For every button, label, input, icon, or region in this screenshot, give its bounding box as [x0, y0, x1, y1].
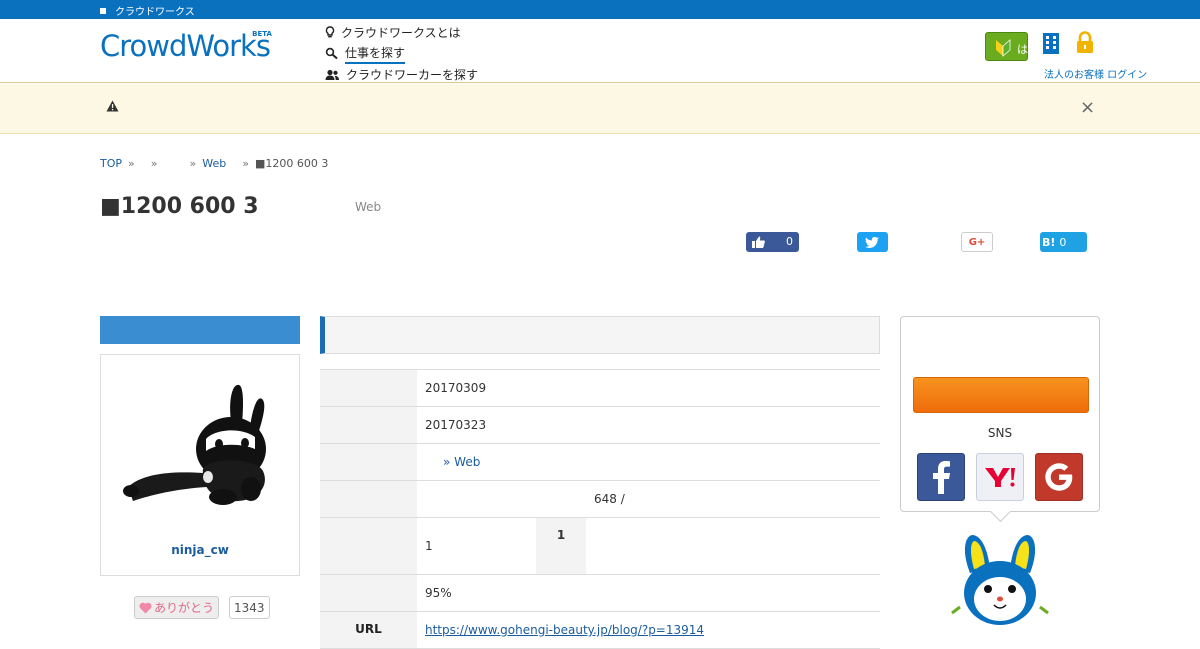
page-title: ■1200 600 3 — [100, 194, 259, 219]
url-cell: https://www.gohengi-beauty.jp/blog/?p=13… — [417, 612, 880, 648]
nav-find-jobs-label: 仕事を探す — [345, 44, 406, 64]
deadline-date: 20170323 — [425, 418, 487, 432]
breadcrumb-separator: » — [150, 157, 158, 170]
alert-banner: × — [0, 84, 1200, 134]
hatena-count: 0 — [1059, 235, 1067, 249]
client-username[interactable]: ninja_cw — [101, 543, 299, 557]
top-bar: クラウドワークス — [0, 0, 1200, 19]
job-category: Web — [355, 200, 382, 214]
logo-text: CrowdWorks — [100, 29, 271, 63]
lightbulb-icon — [325, 26, 335, 38]
breadcrumb-separator: » — [128, 157, 135, 170]
beta-badge: BETA — [252, 30, 272, 38]
nav-about-label: クラウドワークスとは — [341, 26, 461, 40]
job-detail-table: 20170309 20170323 » Web 648 / 1 1 95% UR… — [320, 369, 880, 649]
row-label — [320, 407, 417, 443]
ninja-avatar[interactable] — [123, 377, 278, 512]
sub-label: 1 — [536, 518, 586, 574]
approval-rate: 95% — [425, 586, 452, 600]
beginner-button[interactable]: はじめての方 — [985, 32, 1083, 61]
hatena-bookmark-button[interactable]: B! 0 — [1040, 232, 1087, 252]
yahoo-login-button[interactable] — [976, 453, 1024, 501]
table-row: 20170323 — [320, 407, 880, 444]
breadcrumb-separator: » — [242, 157, 249, 170]
facebook-like-button[interactable]: 0 — [746, 232, 799, 252]
client-profile-card: ninja_cw — [100, 354, 300, 576]
main-nav: クラウドワークスとは 仕事を探す クラウドワーカーを探す — [325, 22, 478, 85]
category-cell: » Web — [417, 444, 880, 480]
google-login-button[interactable] — [1035, 453, 1083, 501]
job-detail-header — [320, 316, 880, 354]
category-link[interactable]: » Web — [443, 455, 480, 469]
users-icon — [325, 69, 339, 80]
breadcrumb-top[interactable]: TOP — [100, 157, 122, 170]
reference-url-link[interactable]: https://www.gohengi-beauty.jp/blog/?p=13… — [425, 623, 704, 637]
breadcrumb-item[interactable]: Web — [202, 157, 226, 170]
google-plus-share-button[interactable]: G+ — [961, 232, 993, 252]
twitter-icon — [865, 236, 879, 248]
row-label — [320, 444, 417, 480]
site-header: CrowdWorks BETA クラウドワークスとは 仕事を探す クラウドワーカ… — [0, 19, 1200, 83]
spacer-cell — [536, 481, 586, 517]
nav-find-jobs[interactable]: 仕事を探す — [325, 43, 478, 64]
empty-cell — [586, 518, 880, 574]
thanks-button[interactable]: ありがとう — [134, 596, 220, 619]
facebook-icon — [933, 461, 950, 494]
facebook-login-button[interactable] — [917, 453, 965, 501]
row-label — [320, 575, 417, 611]
table-row: » Web — [320, 444, 880, 481]
corporate-login-link[interactable]: 法人のお客様 ログイン — [1044, 66, 1147, 81]
breadcrumb: TOP » » » Web » ■1200 600 3 — [100, 157, 328, 170]
facebook-count: 0 — [786, 235, 793, 248]
close-icon[interactable]: × — [1080, 97, 1095, 118]
search-icon — [325, 47, 338, 60]
row-label — [320, 481, 417, 517]
table-row: 648 / — [320, 481, 880, 518]
twitter-share-button[interactable] — [857, 232, 888, 252]
top-bar-link[interactable]: クラウドワークス — [100, 3, 195, 18]
empty-cell — [417, 481, 536, 517]
breadcrumb-separator: » — [189, 157, 197, 170]
row-label — [320, 370, 417, 406]
row-label — [320, 518, 417, 574]
posted-date: 20170309 — [425, 381, 487, 395]
warning-icon — [106, 100, 119, 112]
hatena-label: B! — [1042, 235, 1056, 249]
heart-icon — [139, 602, 152, 613]
table-row: URL https://www.gohengi-beauty.jp/blog/?… — [320, 612, 880, 649]
mascot-illustration — [951, 535, 1049, 625]
signup-button[interactable] — [913, 377, 1089, 413]
yahoo-icon — [985, 468, 1015, 487]
thanks-label: ありがとう — [154, 601, 215, 615]
sns-label: SNS — [987, 426, 1013, 440]
nav-find-workers[interactable]: クラウドワーカーを探す — [325, 64, 478, 85]
table-row: 20170309 — [320, 370, 880, 407]
lock-icon[interactable] — [1075, 31, 1095, 55]
table-row: 95% — [320, 575, 880, 612]
google-icon — [1045, 463, 1073, 491]
building-icon[interactable] — [1042, 30, 1060, 54]
beginner-mark-icon — [996, 39, 1011, 57]
top-bar-link-label: クラウドワークス — [115, 7, 195, 18]
table-row: 1 1 — [320, 518, 880, 575]
square-icon — [100, 7, 106, 14]
breadcrumb-current: ■1200 600 3 — [254, 157, 329, 170]
thanks-count: 1343 — [229, 596, 270, 619]
quantity-value: 1 — [425, 539, 433, 553]
nav-find-workers-label: クラウドワーカーを探す — [346, 68, 479, 82]
price-per-unit: 648 / — [594, 492, 625, 506]
crowdworks-logo[interactable]: CrowdWorks BETA — [100, 29, 272, 63]
nav-about[interactable]: クラウドワークスとは — [325, 22, 478, 43]
row-label: URL — [320, 612, 417, 648]
thumbs-up-icon — [752, 236, 765, 248]
client-info-header — [100, 316, 300, 344]
